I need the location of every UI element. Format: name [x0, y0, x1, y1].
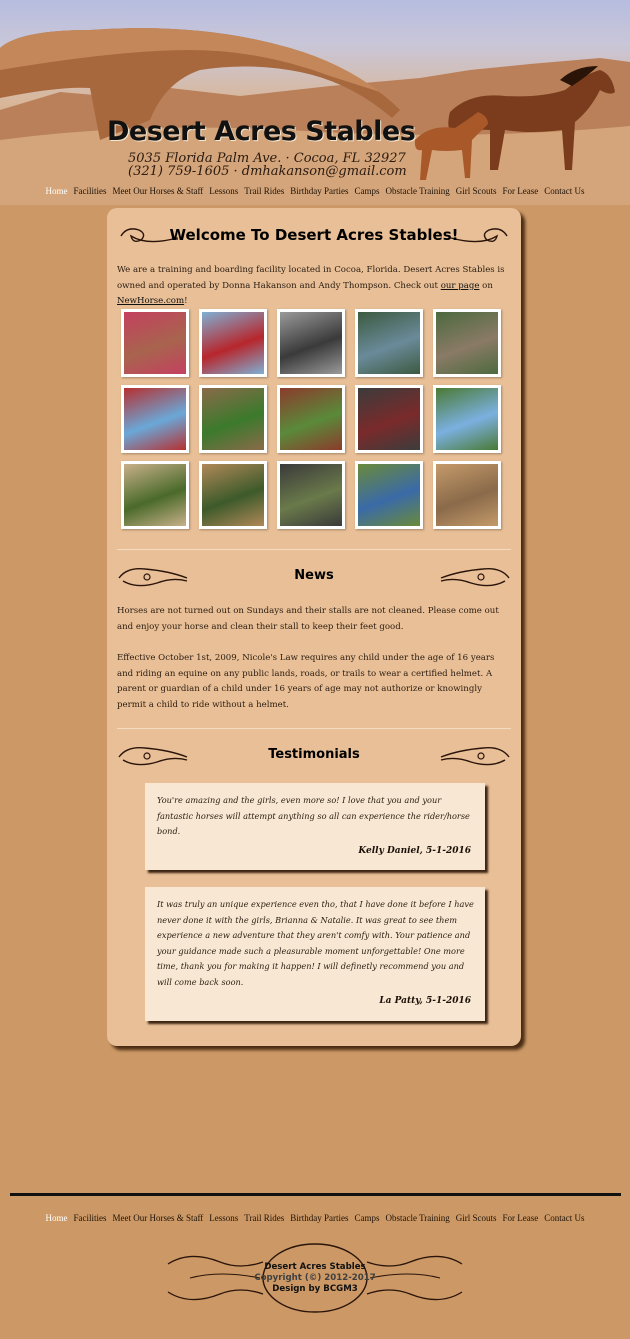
footer-nav-link-home[interactable]: Home: [45, 1213, 67, 1223]
gallery-photo-image: [358, 312, 420, 374]
footer-nav-link-contact-us[interactable]: Contact Us: [544, 1213, 584, 1223]
gallery-photo[interactable]: [199, 309, 267, 377]
footer-nav-link-obstacle-training[interactable]: Obstacle Training: [386, 1213, 450, 1223]
gallery-photo-image: [202, 464, 264, 526]
header-banner: Desert Acres Stables 5035 Florida Palm A…: [0, 0, 630, 205]
gallery-photo[interactable]: [433, 461, 501, 529]
gallery-photo[interactable]: [121, 461, 189, 529]
gallery-photo[interactable]: [355, 309, 423, 377]
news-paragraph-2: Effective October 1st, 2009, Nicole's La…: [117, 653, 495, 710]
site-address: 5035 Florida Palm Ave. · Cocoa, FL 32927…: [128, 152, 407, 178]
gallery-photo-image: [436, 312, 498, 374]
gallery-photo-image: [280, 312, 342, 374]
testimonials-title: Testimonials: [268, 747, 360, 762]
newhorse-link[interactable]: NewHorse.com: [117, 296, 184, 306]
nav-link-lessons[interactable]: Lessons: [209, 186, 238, 196]
footer-navigation: Home Facilities Meet Our Horses & Staff Les…: [0, 1213, 630, 1223]
gallery-photo[interactable]: [355, 385, 423, 453]
gallery-photo-image: [124, 464, 186, 526]
gallery-photo-image: [202, 312, 264, 374]
gallery-photo-image: [436, 464, 498, 526]
nav-link-girl-scouts[interactable]: Girl Scouts: [456, 186, 497, 196]
contact-line: (321) 759-1605 · dmhakanson@gmail.com: [128, 164, 407, 179]
gallery-photo-image: [124, 312, 186, 374]
nav-link-home[interactable]: Home: [45, 186, 67, 196]
footer-nav-link-birthday-parties[interactable]: Birthday Parties: [290, 1213, 348, 1223]
nav-link-facilities[interactable]: Facilities: [73, 186, 106, 196]
gallery-photo[interactable]: [121, 309, 189, 377]
gallery-photo-image: [124, 388, 186, 450]
footer-site-name: Desert Acres Stables: [264, 1262, 366, 1272]
testimonial-author: Kelly Daniel, 5-1-2016: [358, 846, 471, 856]
testimonial-text: It was truly an unique experience even t…: [157, 899, 474, 987]
gallery-photo-image: [280, 464, 342, 526]
gallery-photo-image: [202, 388, 264, 450]
gallery-photo[interactable]: [433, 309, 501, 377]
gallery-photo-image: [358, 388, 420, 450]
gallery-photo[interactable]: [355, 461, 423, 529]
footer-credits: Desert Acres Stables Copyright (©) 2012-…: [160, 1262, 470, 1295]
footer-nav-link-for-lease[interactable]: For Lease: [503, 1213, 539, 1223]
nav-link-meet-our-horses-staff[interactable]: Meet Our Horses & Staff: [112, 186, 203, 196]
gallery-photo-image: [280, 388, 342, 450]
gallery-photo[interactable]: [277, 385, 345, 453]
welcome-title: Welcome To Desert Acres Stables!: [169, 226, 459, 244]
site-title: Desert Acres Stables: [107, 116, 416, 147]
nav-link-for-lease[interactable]: For Lease: [503, 186, 539, 196]
section-divider: [117, 728, 511, 729]
nav-link-camps[interactable]: Camps: [354, 186, 379, 196]
footer-nav-link-meet-our-horses-staff[interactable]: Meet Our Horses & Staff: [112, 1213, 203, 1223]
footer-nav-link-facilities[interactable]: Facilities: [73, 1213, 106, 1223]
gallery-photo[interactable]: [433, 385, 501, 453]
nav-link-trail-rides[interactable]: Trail Rides: [244, 186, 284, 196]
testimonial-author: La Patty, 5-1-2016: [379, 996, 471, 1006]
gallery-photo[interactable]: [199, 461, 267, 529]
footer-nav-link-trail-rides[interactable]: Trail Rides: [244, 1213, 284, 1223]
footer-copyright: Copyright (©) 2012-2017: [254, 1273, 376, 1283]
top-navigation: Home Facilities Meet Our Horses & Staff Les…: [0, 186, 630, 196]
section-divider: [117, 549, 511, 550]
news-title: News: [294, 568, 334, 583]
footer-nav-link-camps[interactable]: Camps: [354, 1213, 379, 1223]
footer-nav-link-girl-scouts[interactable]: Girl Scouts: [456, 1213, 497, 1223]
our-page-link[interactable]: our page: [441, 281, 480, 291]
gallery-photo[interactable]: [121, 385, 189, 453]
gallery-photo[interactable]: [277, 309, 345, 377]
nav-link-obstacle-training[interactable]: Obstacle Training: [386, 186, 450, 196]
testimonial-card: It was truly an unique experience even t…: [145, 887, 485, 1021]
footer-nav-link-lessons[interactable]: Lessons: [209, 1213, 238, 1223]
nav-link-birthday-parties[interactable]: Birthday Parties: [290, 186, 348, 196]
intro-text-end: !: [184, 296, 188, 306]
footer-design-credit: Design by BCGM3: [272, 1284, 358, 1294]
gallery-photo-image: [358, 464, 420, 526]
testimonial-text: You're amazing and the girls, even more …: [157, 795, 470, 836]
welcome-intro: We are a training and boarding facility …: [117, 263, 513, 310]
intro-text-on: on: [479, 280, 493, 291]
testimonial-card: You're amazing and the girls, even more …: [145, 783, 485, 870]
gallery-photo[interactable]: [199, 385, 267, 453]
main-content-panel: Welcome To Desert Acres Stables! We are …: [107, 208, 521, 1046]
gallery-photo[interactable]: [277, 461, 345, 529]
gallery-photo-image: [436, 388, 498, 450]
footer-divider: [10, 1193, 621, 1196]
news-paragraph-1: Horses are not turned out on Sundays and…: [117, 606, 499, 632]
nav-link-contact-us[interactable]: Contact Us: [544, 186, 584, 196]
